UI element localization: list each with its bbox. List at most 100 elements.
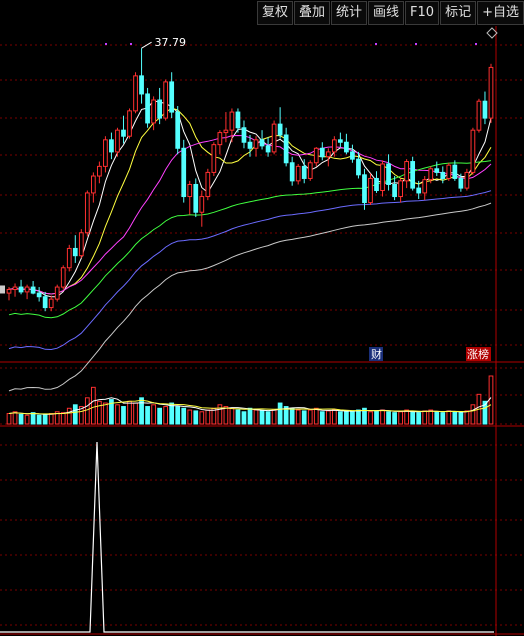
volume-bar — [24, 414, 30, 425]
volume-bar — [181, 407, 187, 425]
toolbar-button-4[interactable]: F10 — [405, 1, 440, 25]
toolbar-button-0[interactable]: 复权 — [256, 1, 293, 25]
candle-up — [48, 298, 54, 309]
limit-up-marker-label: 涨榜 — [467, 347, 489, 361]
candle-up — [229, 111, 235, 131]
candle-up — [66, 247, 72, 269]
candle-up — [404, 161, 410, 182]
volume-bar — [295, 409, 301, 425]
volume-bar — [115, 404, 120, 425]
candle-up — [199, 196, 205, 213]
volume-bar — [434, 411, 440, 425]
candle-down — [139, 75, 144, 95]
kline-chart-canvas[interactable]: 37.79 财 涨榜 — [0, 0, 524, 636]
volume-bar — [374, 410, 379, 425]
volume-bar — [398, 411, 403, 425]
candle-up — [24, 286, 30, 293]
volume-bar — [410, 411, 416, 425]
candle-up — [54, 286, 60, 300]
candle-down — [440, 171, 446, 179]
volume-bar — [48, 413, 54, 425]
volume-bar — [470, 404, 476, 425]
chart-toolbar: 复权 叠加 统计 画线 F10 标记 +自选 — [0, 0, 524, 26]
candle-down — [145, 93, 150, 124]
volume-bar — [121, 406, 126, 425]
candle-down — [289, 162, 295, 182]
candle-down — [392, 183, 397, 198]
volume-bar — [133, 402, 138, 425]
candle-up — [115, 129, 120, 153]
volume-bar — [127, 400, 132, 425]
volume-bar — [356, 409, 361, 425]
volume-bar — [66, 407, 72, 425]
candle-up — [307, 162, 313, 179]
candle-up — [211, 144, 217, 173]
candle-down — [482, 100, 488, 119]
volume-bar — [416, 412, 422, 425]
candle-up — [271, 123, 277, 153]
candle-up — [325, 151, 331, 158]
volume-bar — [72, 404, 78, 425]
volume-bar — [30, 412, 36, 425]
candle-down — [235, 111, 241, 129]
volume-bar — [452, 411, 458, 425]
candle-up — [464, 171, 470, 189]
candle-up — [187, 183, 193, 198]
volume-bar — [307, 409, 313, 425]
candle-up — [163, 81, 169, 119]
candle-up — [97, 165, 102, 177]
candle-down — [344, 141, 349, 153]
toolbar-button-2[interactable]: 统计 — [331, 1, 368, 25]
candle-down — [157, 99, 162, 119]
candle-down — [18, 286, 24, 293]
toolbar-button-6[interactable]: +自选 — [477, 1, 524, 25]
toolbar-button-5[interactable]: 标记 — [440, 1, 477, 25]
candle-up — [476, 100, 482, 131]
volume-bar — [223, 406, 229, 425]
toolbar-button-1[interactable]: 叠加 — [294, 1, 331, 25]
volume-bar — [163, 406, 169, 425]
volume-bar — [259, 410, 265, 425]
candle-down — [175, 111, 181, 149]
volume-bar — [380, 409, 385, 425]
candle-down — [72, 247, 78, 257]
volume-bar — [90, 386, 96, 425]
candle-down — [42, 296, 48, 309]
candle-up — [60, 267, 66, 288]
limit-up-marker: 涨榜 — [466, 347, 491, 361]
candle-down — [277, 123, 283, 136]
volume-bar — [386, 411, 391, 425]
event-dot — [415, 43, 417, 45]
candle-down — [36, 292, 42, 298]
volume-bar — [60, 412, 66, 425]
candle-down — [386, 163, 391, 185]
candle-down — [30, 286, 36, 294]
volume-bar — [18, 413, 24, 425]
candle-down — [247, 141, 253, 149]
indicator-line — [0, 441, 494, 633]
volume-bar — [350, 411, 355, 425]
volume-bar — [229, 407, 235, 425]
volume-bar — [36, 414, 42, 425]
volume-bar — [12, 411, 18, 425]
toolbar-button-3[interactable]: 画线 — [368, 1, 405, 25]
candle-down — [121, 129, 126, 137]
volume-bar — [289, 407, 295, 425]
event-dot — [375, 43, 377, 45]
candle-up — [253, 139, 259, 149]
candle-up — [6, 288, 12, 294]
volume-bar — [325, 410, 331, 425]
candle-up — [78, 232, 84, 257]
volume-bar — [422, 410, 428, 425]
volume-bar — [145, 406, 150, 425]
volume-bar — [368, 411, 373, 425]
volume-bar — [187, 409, 193, 425]
candle-down — [338, 139, 343, 143]
candle-up — [84, 192, 90, 234]
high-price-label: 37.79 — [155, 36, 187, 49]
candle-up — [470, 129, 476, 173]
candle-down — [169, 81, 175, 113]
volume-bar — [331, 409, 337, 425]
candle-down — [356, 158, 361, 176]
volume-bar — [253, 409, 259, 425]
